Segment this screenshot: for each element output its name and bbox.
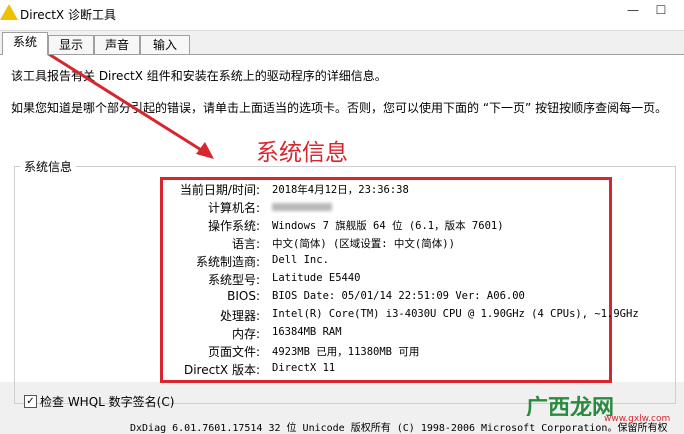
status-footer: DxDiag 6.01.7601.17514 32 位 Unicode 版权所有… <box>0 416 684 434</box>
info-row-manufacturer: 系统制造商: Dell Inc. <box>160 253 620 270</box>
info-label: 系统型号: <box>207 273 260 287</box>
info-label: 操作系统: <box>207 219 260 233</box>
info-label: 语言: <box>231 237 260 251</box>
whql-checkbox[interactable]: ✓ <box>24 395 37 408</box>
info-row-os: 操作系统: Windows 7 旗舰版 64 位 (6.1，版本 7601) <box>160 217 620 234</box>
info-row-page-file: 页面文件: 4923MB 已用，11380MB 可用 <box>160 343 620 360</box>
footer-version-text: DxDiag 6.01.7601.17514 32 位 Unicode 版权所有… <box>130 423 668 434</box>
info-row-memory: 内存: 16384MB RAM <box>160 325 620 342</box>
annotation-arrow-line <box>47 55 207 155</box>
info-label: 系统制造商: <box>195 255 260 269</box>
maximize-button[interactable]: ☐ <box>648 0 674 20</box>
info-value: 16384MB RAM <box>272 326 342 338</box>
tab-input[interactable]: 输入 <box>140 35 190 54</box>
directx-app-icon <box>0 4 18 20</box>
info-row-model: 系统型号: Latitude E5440 <box>160 271 620 288</box>
info-row-directx-version: DirectX 版本: DirectX 11 <box>160 361 620 378</box>
info-value: Dell Inc. <box>272 254 329 266</box>
info-value: 中文(简体) (区域设置: 中文(简体)) <box>272 238 455 250</box>
title-bar: DirectX 诊断工具 — ☐ <box>0 0 684 31</box>
info-value: BIOS Date: 05/01/14 22:51:09 Ver: A06.00 <box>272 290 525 302</box>
tab-system[interactable]: 系统 <box>2 32 48 55</box>
redaction-blur <box>272 203 332 211</box>
info-value: Latitude E5440 <box>272 272 361 284</box>
annotation-arrow-head <box>196 142 214 159</box>
tab-sound[interactable]: 声音 <box>94 35 140 54</box>
info-row-computer-name: 计算机名: <box>160 199 620 216</box>
info-value-blurred <box>272 200 332 214</box>
minimize-button[interactable]: — <box>620 0 646 20</box>
info-value: 2018年4月12日，23:36:38 <box>272 184 409 196</box>
info-row-processor: 处理器: Intel(R) Core(TM) i3-4030U CPU @ 1.… <box>160 307 639 324</box>
info-row-bios: BIOS: BIOS Date: 05/01/14 22:51:09 Ver: … <box>160 289 620 306</box>
info-label: BIOS: <box>227 289 260 303</box>
tab-display[interactable]: 显示 <box>48 35 94 54</box>
info-row-datetime: 当前日期/时间: 2018年4月12日，23:36:38 <box>160 181 620 198</box>
info-label: 内存: <box>231 327 260 341</box>
info-label: DirectX 版本: <box>183 363 260 377</box>
info-value: Windows 7 旗舰版 64 位 (6.1，版本 7601) <box>272 220 504 232</box>
system-tab-panel: 该工具报告有关 DirectX 组件和安装在系统上的驱动程序的详细信息。 如果您… <box>0 54 684 404</box>
info-label: 计算机名: <box>207 201 260 215</box>
info-label: 处理器: <box>219 309 260 323</box>
watermark-url: www.gxlw.com <box>604 414 671 424</box>
info-value: 4923MB 已用，11380MB 可用 <box>272 346 420 358</box>
tab-strip: 系统 显示 声音 输入 <box>0 32 684 55</box>
window-title: DirectX 诊断工具 <box>20 8 116 22</box>
info-value: Intel(R) Core(TM) i3-4030U CPU @ 1.90GHz… <box>272 308 639 320</box>
info-value: DirectX 11 <box>272 362 336 374</box>
info-label: 当前日期/时间: <box>179 183 260 197</box>
whql-checkbox-label[interactable]: 检查 WHQL 数字签名(C) <box>40 393 174 410</box>
info-row-language: 语言: 中文(简体) (区域设置: 中文(简体)) <box>160 235 620 252</box>
info-label: 页面文件: <box>207 345 260 359</box>
